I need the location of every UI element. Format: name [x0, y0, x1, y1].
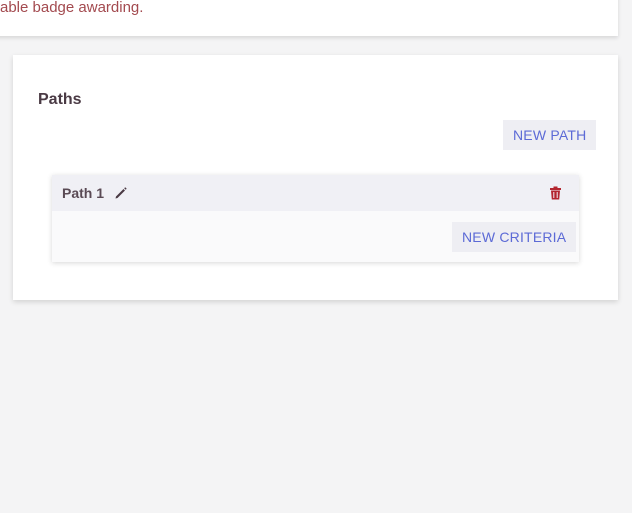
new-path-button[interactable]: NEW PATH [503, 120, 597, 150]
trash-icon[interactable] [549, 186, 562, 200]
top-card: able badge awarding. [0, 0, 618, 36]
paths-card: Paths NEW PATH Path 1 NEW CRITERIA [13, 55, 618, 300]
path-name: Path 1 [62, 185, 105, 201]
warning-text: able badge awarding. [0, 0, 144, 16]
path-card: Path 1 NEW CRITERIA [52, 175, 579, 262]
pencil-icon[interactable] [114, 186, 128, 200]
new-criteria-button[interactable]: NEW CRITERIA [452, 222, 577, 252]
path-header: Path 1 [52, 175, 579, 211]
paths-title: Paths [38, 91, 82, 108]
